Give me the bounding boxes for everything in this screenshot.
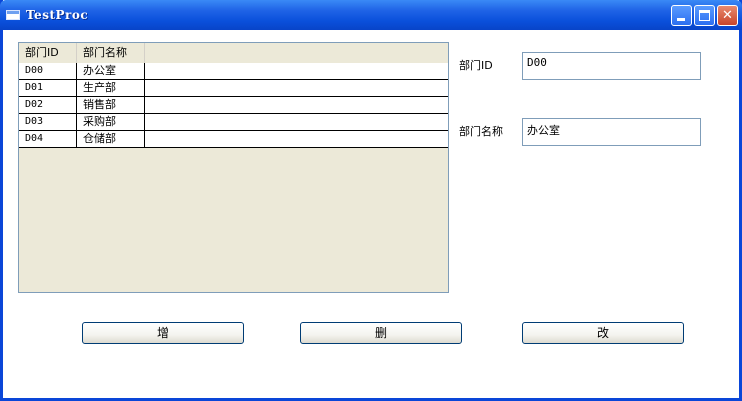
- cell-dept-id[interactable]: D04: [19, 131, 77, 147]
- column-header-dept-name[interactable]: 部门名称: [77, 43, 145, 63]
- cell-dept-name[interactable]: 销售部: [77, 97, 145, 113]
- table-row[interactable]: D00 办公室: [19, 63, 448, 80]
- grid-header: 部门ID 部门名称: [19, 43, 448, 64]
- title-bar[interactable]: TestProc ✕: [0, 0, 742, 30]
- department-grid[interactable]: 部门ID 部门名称 D00 办公室 D01 生产部 D02 销售部 D03 采购…: [18, 42, 449, 293]
- window-title: TestProc: [26, 8, 89, 22]
- edit-button[interactable]: 改: [522, 322, 684, 344]
- table-row[interactable]: D03 采购部: [19, 114, 448, 131]
- cell-dept-name[interactable]: 生产部: [77, 80, 145, 96]
- dept-name-field[interactable]: 办公室: [522, 118, 701, 146]
- add-button[interactable]: 增: [82, 322, 244, 344]
- maximize-icon: [699, 10, 710, 21]
- table-row[interactable]: D04 仓储部: [19, 131, 448, 148]
- close-icon: ✕: [722, 8, 733, 23]
- cell-dept-name[interactable]: 采购部: [77, 114, 145, 130]
- maximize-button[interactable]: [694, 5, 715, 26]
- close-button[interactable]: ✕: [717, 5, 738, 26]
- column-header-dept-id[interactable]: 部门ID: [19, 43, 77, 63]
- cell-dept-name[interactable]: 仓储部: [77, 131, 145, 147]
- cell-dept-name[interactable]: 办公室: [77, 63, 145, 79]
- window-icon: [6, 10, 20, 20]
- table-row[interactable]: D02 销售部: [19, 97, 448, 114]
- cell-dept-id[interactable]: D00: [19, 63, 77, 79]
- cell-dept-id[interactable]: D03: [19, 114, 77, 130]
- dept-id-field[interactable]: D00: [522, 52, 701, 80]
- delete-button[interactable]: 删: [300, 322, 462, 344]
- cell-dept-id[interactable]: D02: [19, 97, 77, 113]
- cell-dept-id[interactable]: D01: [19, 80, 77, 96]
- table-row[interactable]: D01 生产部: [19, 80, 448, 97]
- minimize-icon: [677, 18, 685, 21]
- dept-name-label: 部门名称: [459, 125, 503, 138]
- minimize-button[interactable]: [671, 5, 692, 26]
- app-window: TestProc ✕ 部门ID 部门名称 D00 办公室 D01 生产部 D02…: [0, 0, 742, 401]
- dept-id-label: 部门ID: [459, 59, 493, 72]
